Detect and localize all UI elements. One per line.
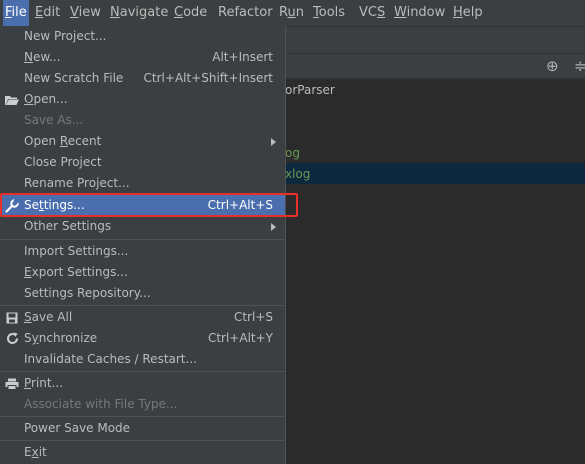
menu-item-close-project[interactable]: Close Project: [0, 152, 285, 173]
menu-file[interactable]: File: [3, 0, 29, 26]
shortcut-label: Ctrl+S: [233, 310, 273, 324]
project-tree-item-selected[interactable]: xlog: [285, 167, 310, 181]
menu-vcs[interactable]: VCS: [357, 0, 387, 26]
menu-separator: [0, 371, 285, 372]
menu-code[interactable]: Code: [172, 0, 209, 26]
shortcut-label: Alt+Insert: [212, 50, 273, 64]
file-menu-dropdown: New Project... New... Alt+Insert New Scr…: [0, 26, 286, 464]
menu-item-invalidate-caches[interactable]: Invalidate Caches / Restart...: [0, 349, 285, 370]
menu-item-synchronize[interactable]: Synchronize Ctrl+Alt+Y: [0, 328, 285, 349]
menu-edit[interactable]: Edit: [33, 0, 62, 26]
menu-refactor[interactable]: Refactor: [216, 0, 275, 26]
main-menubar: File Edit View Navigate Code Refactor Ru…: [0, 0, 585, 27]
shortcut-label: Ctrl+Alt+Shift+Insert: [143, 71, 273, 85]
submenu-arrow-icon: [271, 223, 276, 231]
menu-item-settings-repository[interactable]: Settings Repository...: [0, 283, 285, 304]
menu-item-print[interactable]: Print...: [0, 373, 285, 394]
menu-separator: [0, 239, 285, 240]
editor-tab-strip: [285, 27, 585, 54]
menu-item-new-scratch-file[interactable]: New Scratch File Ctrl+Alt+Shift+Insert: [0, 68, 285, 89]
shortcut-label: Ctrl+Alt+Y: [207, 331, 273, 345]
menu-item-rename-project[interactable]: Rename Project...: [0, 173, 285, 194]
folder-icon: [4, 89, 20, 110]
tree-selection-highlight: [285, 163, 585, 184]
menu-view[interactable]: View: [68, 0, 103, 26]
menu-item-open[interactable]: Open...: [0, 89, 285, 110]
menu-navigate[interactable]: Navigate: [108, 0, 170, 26]
menu-item-save-all[interactable]: Save All Ctrl+S: [0, 307, 285, 328]
menu-item-new-project[interactable]: New Project...: [0, 26, 285, 47]
annotation-highlight-box: [0, 193, 298, 217]
project-tree-item[interactable]: orParser: [285, 83, 335, 97]
refresh-icon: [4, 328, 20, 349]
project-toolbar: [285, 54, 585, 79]
menu-separator: [0, 416, 285, 417]
menu-help[interactable]: Help: [451, 0, 485, 26]
menu-item-associate-file-type: Associate with File Type...: [24, 397, 178, 411]
menu-item-export-settings[interactable]: Export Settings...: [0, 262, 285, 283]
menu-item-other-settings[interactable]: Other Settings: [0, 216, 285, 237]
locate-icon[interactable]: ⊕: [546, 57, 559, 75]
menu-tools[interactable]: Tools: [311, 0, 347, 26]
menu-item-save-as: Save As...: [24, 113, 84, 127]
menu-item-exit[interactable]: Exit: [0, 442, 285, 463]
menu-separator: [0, 305, 285, 306]
menu-run[interactable]: Run: [277, 0, 306, 26]
menu-item-new[interactable]: New... Alt+Insert: [0, 47, 285, 68]
collapse-icon[interactable]: ≑: [574, 57, 585, 75]
menu-item-power-save-mode[interactable]: Power Save Mode: [0, 418, 285, 439]
menu-item-open-recent[interactable]: Open Recent: [0, 131, 285, 152]
project-tree-item[interactable]: og: [285, 146, 300, 160]
menu-window[interactable]: Window: [392, 0, 447, 26]
submenu-arrow-icon: [271, 138, 276, 146]
menu-separator: [0, 440, 285, 441]
menu-item-import-settings[interactable]: Import Settings...: [0, 241, 285, 262]
printer-icon: [4, 373, 20, 394]
save-disk-icon: [4, 307, 20, 328]
